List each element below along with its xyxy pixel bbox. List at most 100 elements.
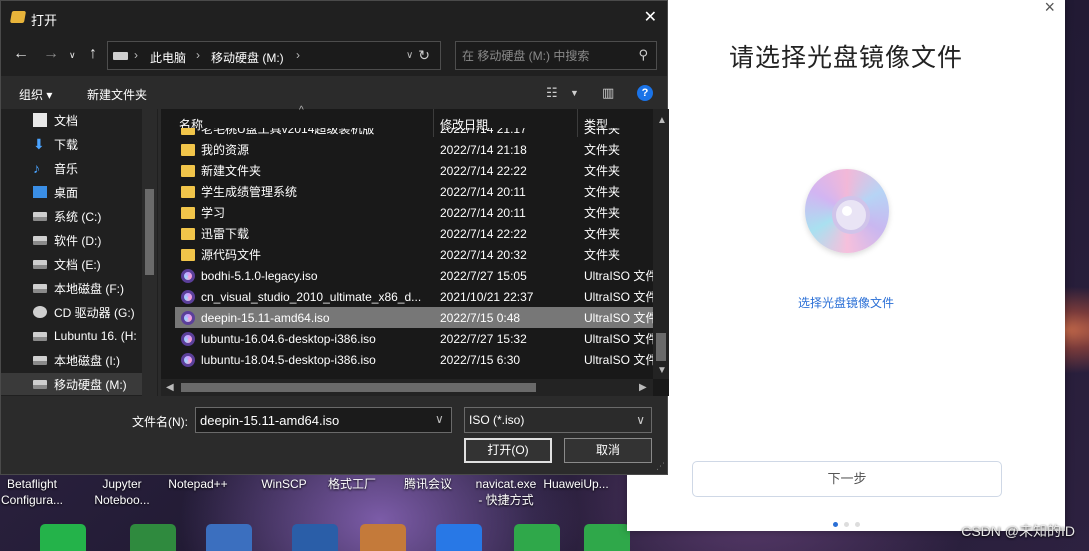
file-row[interactable]: deepin-15.11-amd64.iso 2022/7/15 0:48 Ultr… (175, 307, 653, 328)
file-row[interactable]: lubuntu-18.04.5-desktop-i386.iso 2022/7/1… (175, 349, 653, 370)
up-arrow-icon[interactable]: ↑ (89, 45, 97, 63)
file-date: 2021/10/21 22:37 (440, 289, 534, 304)
nav-item[interactable]: 移动硬盘 (M:) (1, 373, 142, 395)
file-type: 文件夹 (584, 143, 621, 157)
back-arrow-icon[interactable]: ← (13, 45, 29, 63)
nav-item[interactable]: 本地磁盘 (F:) (33, 277, 143, 299)
desktop-app-icon[interactable] (292, 524, 338, 551)
dialog-titlebar[interactable]: 打开 ✕ (1, 1, 667, 34)
view-options-icon[interactable]: ☷ (546, 85, 558, 101)
file-row[interactable]: 学习 2022/7/14 20:11 文件夹 (175, 202, 653, 223)
scroll-up-icon[interactable]: ▲ (657, 115, 667, 126)
desktop-icon-label[interactable]: Betaflight Configura... (1, 476, 63, 508)
search-input[interactable] (462, 47, 632, 65)
nav-item[interactable]: 桌面 (33, 181, 143, 203)
nav-scrollbar-thumb[interactable] (145, 189, 154, 275)
chevron-down-icon[interactable]: ∨ (435, 412, 444, 426)
file-type: 文件夹 (584, 164, 621, 178)
file-row[interactable]: 源代码文件 2022/7/14 20:32 文件夹 (175, 244, 653, 265)
desktop-icon-label[interactable]: 腾讯会议 (404, 476, 452, 492)
search-icon[interactable]: ⚲ (638, 47, 648, 63)
help-icon[interactable]: ? (637, 85, 653, 101)
file-row[interactable]: lubuntu-16.04.6-desktop-i386.iso 2022/7/2… (175, 328, 653, 349)
breadcrumb-separator[interactable]: › (296, 48, 300, 62)
nav-item[interactable]: ♪ 音乐 (33, 157, 143, 179)
chevron-down-icon[interactable]: ▼ (570, 88, 579, 98)
refresh-icon[interactable]: ↻ (418, 47, 430, 64)
desktop-icon-label[interactable]: WinSCP (261, 476, 306, 492)
nav-item[interactable]: 软件 (D:) (33, 229, 143, 251)
iso-file-icon (181, 310, 195, 325)
breadcrumb-drive[interactable]: 移动硬盘 (M:) (211, 49, 284, 66)
scroll-right-icon[interactable]: ▶ (639, 382, 647, 393)
desktop-app-icon[interactable] (514, 524, 560, 551)
nav-item[interactable]: ⬇ 下载 (33, 133, 143, 155)
breadcrumb-this-pc[interactable]: 此电脑 (150, 49, 186, 66)
nav-item[interactable]: 文档 (33, 109, 143, 131)
disc-icon[interactable] (805, 169, 889, 253)
desktop-icon-label[interactable]: Notepad++ (168, 476, 227, 492)
file-date: 2022/7/14 20:11 (440, 205, 526, 220)
new-folder-button[interactable]: 新建文件夹 (87, 86, 147, 103)
scroll-down-icon[interactable]: ▼ (657, 365, 667, 376)
breadcrumb-separator[interactable]: › (196, 48, 200, 62)
next-step-button[interactable]: 下一步 (692, 461, 1002, 497)
file-type-select[interactable]: ISO (*.iso) ∨ (464, 407, 652, 433)
file-type: 文件夹 (584, 248, 621, 262)
file-name: deepin-15.11-amd64.iso (201, 310, 330, 325)
drive-icon (113, 52, 128, 60)
nav-item-label: 系统 (C:) (54, 209, 102, 224)
page-dot-1 (832, 522, 838, 527)
desktop-icon-label[interactable]: HuaweiUp... (543, 476, 608, 492)
file-row[interactable]: 老毛桃U盘工具v2014超级装机版 2022/7/14 21:17 文件夹 (175, 128, 653, 139)
nav-item[interactable]: CD 驱动器 (G:) (33, 301, 143, 323)
installer-panel: × 请选择光盘镜像文件 选择光盘镜像文件 下一步 (627, 0, 1065, 531)
file-name: lubuntu-18.04.5-desktop-i386.iso (201, 352, 376, 367)
drive-icon (33, 331, 47, 341)
cancel-button[interactable]: 取消 (564, 438, 652, 463)
resize-grip-icon[interactable]: ⋰ (656, 461, 665, 472)
filename-input[interactable] (195, 407, 452, 433)
nav-item-label: 移动硬盘 (M:) (54, 377, 127, 392)
desktop-app-icon[interactable] (206, 524, 252, 551)
file-date: 2022/7/15 6:30 (440, 352, 521, 367)
scroll-left-icon[interactable]: ◀ (166, 382, 174, 393)
file-name: lubuntu-16.04.6-desktop-i386.iso (201, 331, 376, 346)
close-icon[interactable]: × (1044, 0, 1055, 18)
file-list-scrollbar-thumb[interactable] (656, 333, 666, 361)
file-row[interactable]: 新建文件夹 2022/7/14 22:22 文件夹 (175, 160, 653, 181)
address-bar[interactable]: › 此电脑 › 移动硬盘 (M:) › ∨ ↻ (107, 41, 441, 70)
file-row[interactable]: cn_visual_studio_2010_ultimate_x86_d... 2… (175, 286, 653, 307)
desktop-app-icon[interactable] (584, 524, 630, 551)
breadcrumb-separator[interactable]: › (134, 48, 138, 62)
organize-button[interactable]: 组织 ▾ (19, 86, 52, 103)
desktop-icon-label[interactable]: 格式工厂 (328, 476, 376, 492)
search-box[interactable]: ⚲ (455, 41, 657, 70)
file-row[interactable]: 学生成绩管理系统 2022/7/14 20:11 文件夹 (175, 181, 653, 202)
desktop-icon-label[interactable]: Jupyter Noteboo... (94, 476, 149, 508)
desktop-app-icon[interactable] (360, 524, 406, 551)
folder-icon (181, 185, 195, 198)
desktop-app-icon[interactable] (130, 524, 176, 551)
nav-item[interactable]: 系统 (C:) (33, 205, 143, 227)
open-button[interactable]: 打开(O) (464, 438, 552, 463)
nav-item[interactable]: 文档 (E:) (33, 253, 143, 275)
iso-file-icon (181, 331, 195, 346)
forward-arrow-icon[interactable]: → (43, 45, 59, 63)
file-row[interactable]: 迅雷下载 2022/7/14 22:22 文件夹 (175, 223, 653, 244)
file-row[interactable]: 我的资源 2022/7/14 21:18 文件夹 (175, 139, 653, 160)
file-list: ^ 名称 修改日期 类型 老毛桃U盘工具v2014超级装机版 2022/7/14 … (161, 105, 669, 396)
file-row[interactable]: bodhi-5.1.0-legacy.iso 2022/7/27 15:05 Ult… (175, 265, 653, 286)
folder-icon (181, 164, 195, 177)
preview-pane-icon[interactable]: ▥ (602, 85, 614, 101)
chevron-down-icon[interactable]: ∨ (69, 50, 76, 61)
close-icon[interactable]: ✕ (644, 7, 657, 27)
desktop-app-icon[interactable] (436, 524, 482, 551)
horizontal-scrollbar-thumb[interactable] (181, 383, 536, 392)
desktop-icon-label[interactable]: navicat.exe - 快捷方式 (476, 476, 537, 508)
nav-item[interactable]: 本地磁盘 (I:) (33, 349, 143, 371)
desktop-app-icon[interactable] (40, 524, 86, 551)
nav-item[interactable]: Lubuntu 16. (H: (33, 325, 143, 347)
select-iso-link[interactable]: 选择光盘镜像文件 (627, 294, 1065, 311)
chevron-down-icon[interactable]: ∨ (406, 50, 413, 61)
